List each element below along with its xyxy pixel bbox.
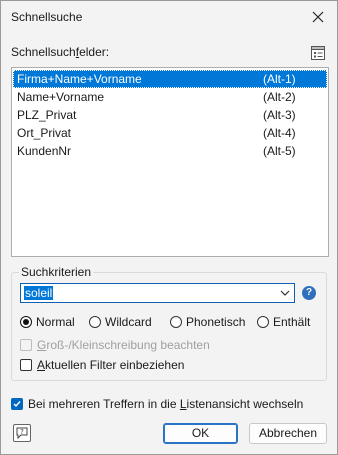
- radio-label: Phonetisch: [186, 315, 246, 329]
- search-fields-list[interactable]: Firma+Name+Vorname (Alt-1) Name+Vorname …: [11, 67, 329, 257]
- field-shortcut: (Alt-5): [263, 144, 296, 158]
- radio-indicator: [20, 316, 32, 328]
- field-shortcut: (Alt-4): [263, 126, 296, 140]
- list-view-switch-checkbox[interactable]: Bei mehreren Treffern in die Listenansic…: [11, 397, 303, 411]
- radio-indicator: [89, 316, 101, 328]
- mode-radio-phonetic[interactable]: Phonetisch: [170, 315, 245, 329]
- checkbox-indicator: [20, 339, 32, 351]
- help-icon: ?: [16, 427, 28, 440]
- search-value-combobox[interactable]: soleil: [20, 283, 295, 303]
- radio-label: Enthält: [273, 315, 311, 329]
- checkbox-indicator: [11, 398, 23, 410]
- help-button[interactable]: ?: [13, 424, 31, 442]
- list-settings-icon: [311, 46, 325, 60]
- mode-radio-contains[interactable]: Enthält: [257, 315, 310, 329]
- chevron-down-icon: [280, 290, 290, 296]
- cancel-button[interactable]: Abbrechen: [249, 423, 327, 444]
- search-value-text[interactable]: soleil: [24, 286, 54, 300]
- field-name: PLZ_Privat: [17, 108, 77, 122]
- field-name: Ort_Privat: [17, 126, 72, 140]
- search-criteria-title: Suchkriterien: [19, 265, 94, 279]
- mode-radio-normal[interactable]: Normal: [20, 315, 75, 329]
- title-bar: Schnellsuche: [1, 1, 337, 33]
- close-button[interactable]: [301, 2, 335, 32]
- configure-fields-button[interactable]: [309, 44, 327, 62]
- field-shortcut: (Alt-3): [263, 108, 296, 122]
- case-sensitive-checkbox[interactable]: Groß-/Kleinschreibung beachten: [20, 338, 210, 352]
- svg-text:?: ?: [20, 428, 24, 436]
- list-item[interactable]: Name+Vorname (Alt-2): [13, 88, 327, 106]
- field-shortcut: (Alt-2): [263, 90, 296, 104]
- radio-label: Wildcard: [105, 315, 152, 329]
- list-item[interactable]: Ort_Privat (Alt-4): [13, 124, 327, 142]
- radio-indicator: [257, 316, 269, 328]
- quick-search-dialog: Schnellsuche Schnellsuchfelder: Firma+Na…: [0, 0, 338, 455]
- checkbox-label: Aktuellen Filter einbeziehen: [37, 358, 185, 372]
- list-item[interactable]: KundenNr (Alt-5): [13, 142, 327, 160]
- field-name: Firma+Name+Vorname: [17, 72, 142, 86]
- checkbox-indicator: [20, 359, 32, 371]
- list-item[interactable]: Firma+Name+Vorname (Alt-1): [13, 70, 327, 88]
- window-title: Schnellsuche: [11, 10, 83, 24]
- combo-dropdown-button[interactable]: [279, 287, 291, 299]
- close-icon: [312, 11, 324, 23]
- field-shortcut: (Alt-1): [263, 72, 296, 86]
- fields-label: Schnellsuchfelder:: [11, 45, 110, 59]
- checkbox-label: Bei mehreren Treffern in die Listenansic…: [28, 397, 304, 411]
- radio-label: Normal: [36, 315, 75, 329]
- field-name: KundenNr: [17, 144, 72, 158]
- radio-indicator: [170, 316, 182, 328]
- mode-radio-wildcard[interactable]: Wildcard: [89, 315, 152, 329]
- list-item[interactable]: PLZ_Privat (Alt-3): [13, 106, 327, 124]
- ok-button[interactable]: OK: [163, 423, 238, 444]
- checkmark-icon: [13, 401, 21, 408]
- field-name: Name+Vorname: [17, 90, 105, 104]
- current-filter-checkbox[interactable]: Aktuellen Filter einbeziehen: [20, 358, 184, 372]
- checkbox-label: Groß-/Kleinschreibung beachten: [37, 338, 210, 352]
- search-help-icon[interactable]: ?: [302, 286, 316, 300]
